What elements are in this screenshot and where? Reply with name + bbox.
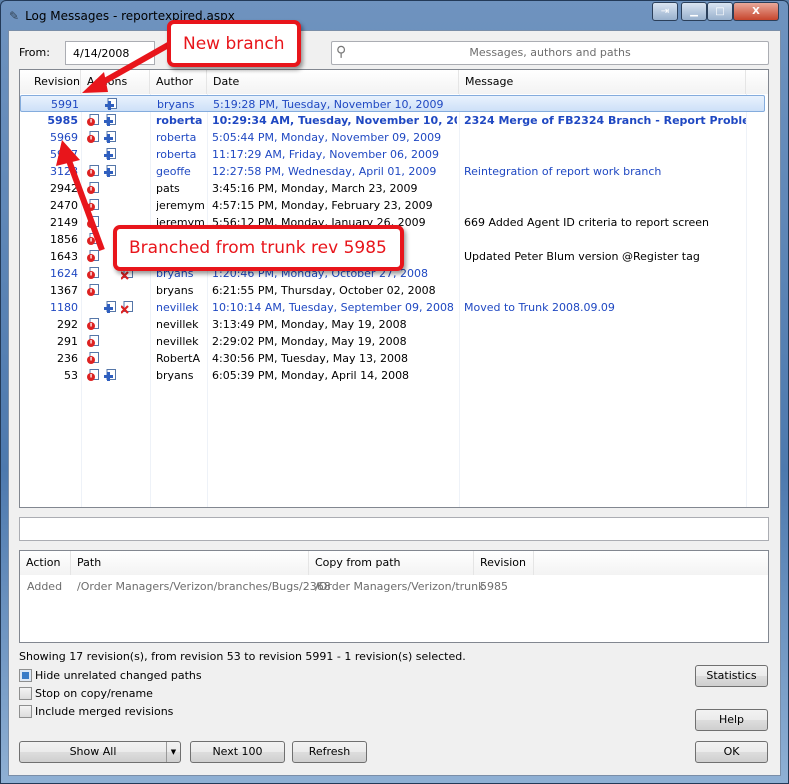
callout-new-branch: New branch [167,20,301,67]
arrow-branched-from [68,158,102,250]
arrow-new-branch [96,44,170,86]
arrow-head [56,140,80,166]
annotation-arrows [0,0,789,784]
callout-branched-from: Branched from trunk rev 5985 [113,225,404,271]
arrow-head [82,72,108,93]
